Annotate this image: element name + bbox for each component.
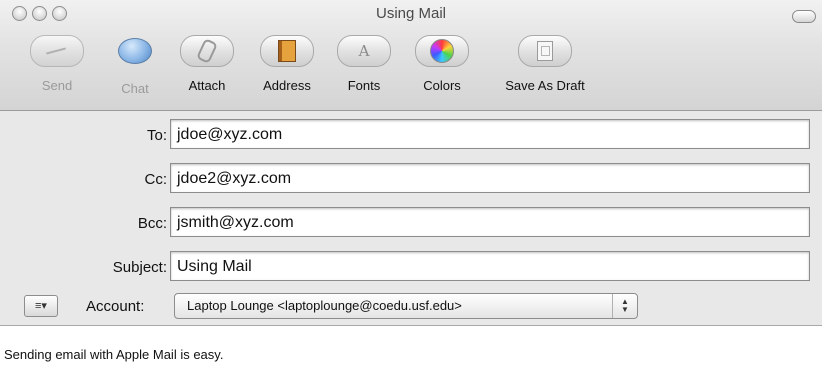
chat-icon (105, 38, 165, 70)
select-arrows-icon: ▲ ▼ (612, 294, 637, 318)
color-wheel-icon (415, 35, 469, 67)
to-row: To: jdoe@xyz.com (0, 119, 822, 151)
fonts-label: Fonts (347, 78, 381, 93)
message-body[interactable]: Sending email with Apple Mail is easy. (4, 347, 223, 362)
mail-compose-window: Using Mail Send Chat Attach Address A Fo… (0, 0, 822, 372)
subject-label: Subject: (112, 259, 167, 276)
bcc-label: Bcc: (137, 215, 167, 232)
cc-field[interactable]: jdoe2@xyz.com (170, 163, 810, 193)
colors-label: Colors (423, 78, 461, 93)
chat-label: Chat (121, 81, 149, 96)
save-as-draft-button[interactable]: Save As Draft (488, 35, 602, 93)
address-label: Address (263, 78, 311, 93)
bcc-row: Bcc: jsmith@xyz.com (0, 207, 822, 239)
fonts-icon: A (337, 35, 391, 67)
account-select[interactable]: Laptop Lounge <laptoplounge@coedu.usf.ed… (174, 293, 638, 319)
account-row: ≡▾ Account: Laptop Lounge <laptoplounge@… (0, 291, 822, 323)
address-book-icon (260, 35, 314, 67)
toolbar-toggle-button[interactable] (792, 10, 816, 23)
account-select-value: Laptop Lounge <laptoplounge@coedu.usf.ed… (187, 298, 462, 313)
send-button[interactable]: Send (27, 35, 87, 93)
attach-label: Attach (188, 78, 226, 93)
address-button[interactable]: Address (252, 35, 322, 93)
window-title: Using Mail (375, 5, 447, 22)
fonts-button[interactable]: A Fonts (334, 35, 394, 93)
draft-document-icon (518, 35, 572, 67)
cc-row: Cc: jdoe2@xyz.com (0, 163, 822, 195)
to-field[interactable]: jdoe@xyz.com (170, 119, 810, 149)
send-label: Send (41, 78, 73, 93)
bcc-field[interactable]: jsmith@xyz.com (170, 207, 810, 237)
subject-row: Subject: Using Mail (0, 251, 822, 283)
subject-field[interactable]: Using Mail (170, 251, 810, 281)
attach-button[interactable]: Attach (177, 35, 237, 93)
cc-label: Cc: (144, 171, 168, 188)
paperclip-icon (180, 35, 234, 67)
toolbar: Send Chat Attach Address A Fonts Colors (0, 35, 822, 105)
colors-button[interactable]: Colors (410, 35, 474, 93)
send-icon (30, 35, 84, 67)
window-chrome: Using Mail Send Chat Attach Address A Fo… (0, 0, 822, 111)
header-fields-menu-button[interactable]: ≡▾ (24, 295, 58, 317)
save-as-draft-label: Save As Draft (505, 78, 585, 93)
chat-button[interactable]: Chat (105, 35, 165, 96)
to-label: To: (146, 127, 167, 144)
account-label: Account: (86, 298, 145, 315)
message-header: To: jdoe@xyz.com Cc: jdoe2@xyz.com Bcc: … (0, 111, 822, 326)
